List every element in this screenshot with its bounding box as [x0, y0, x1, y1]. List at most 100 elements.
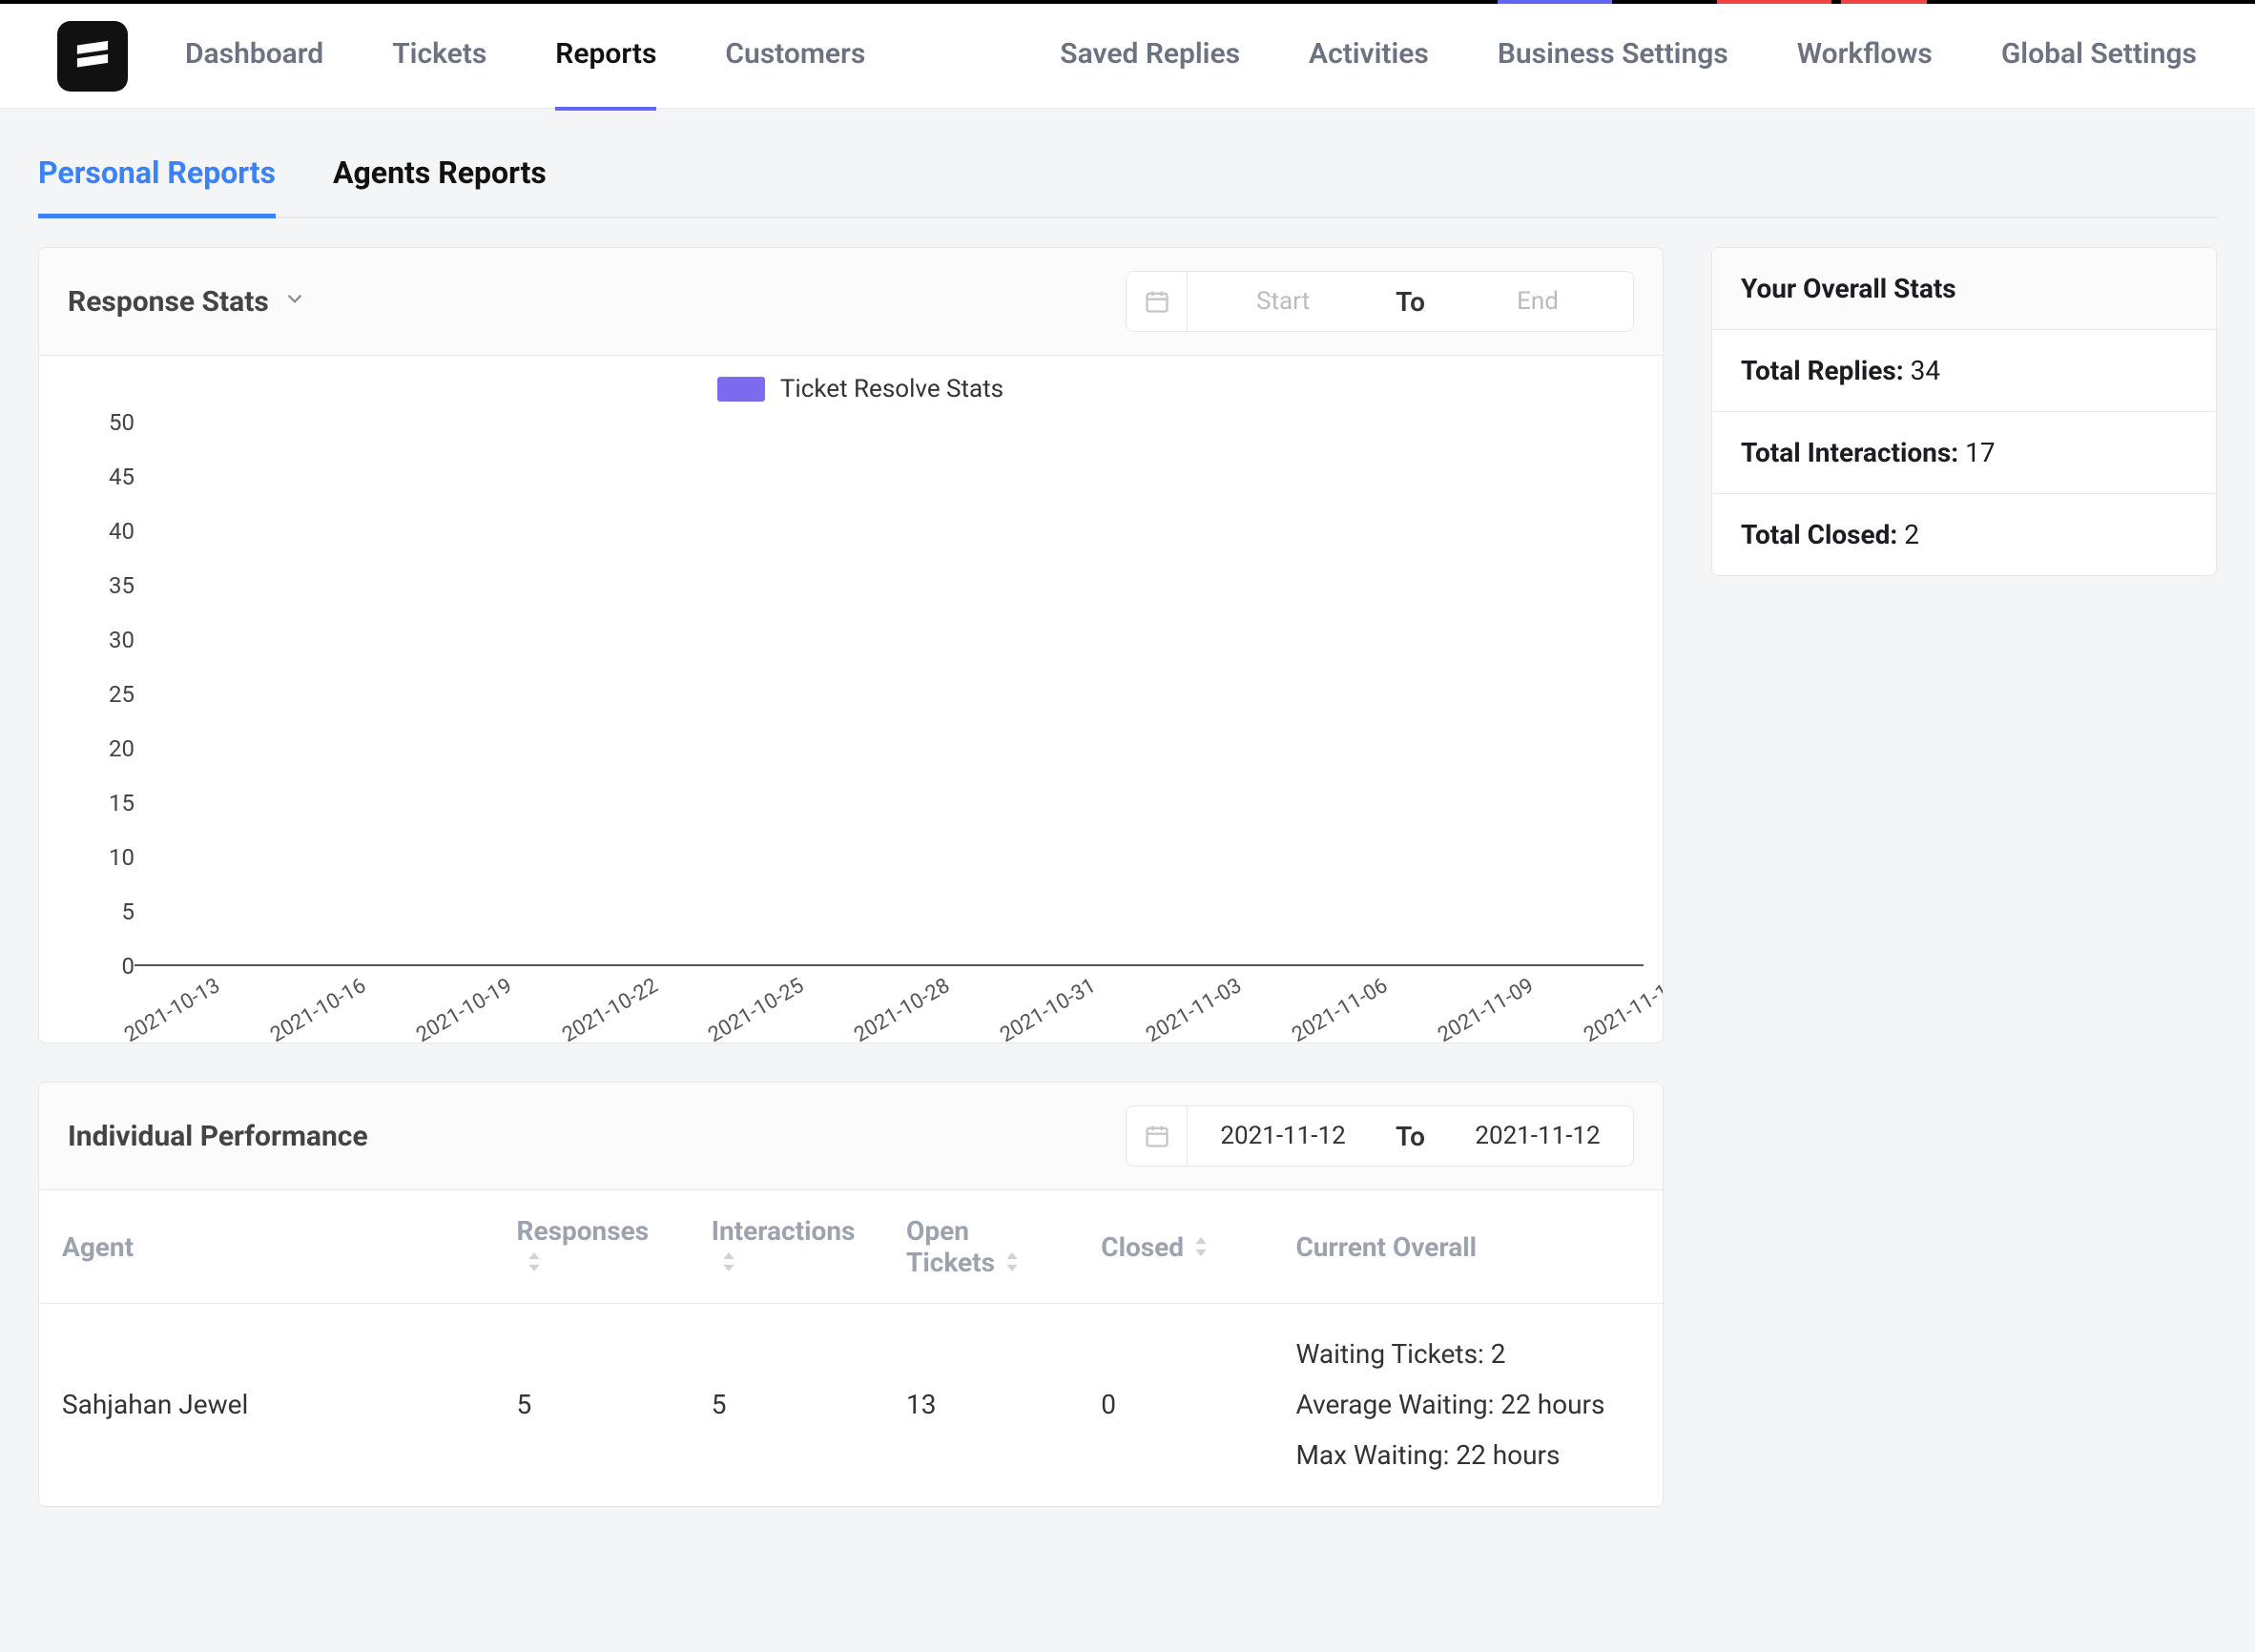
y-tick: 10	[109, 844, 134, 871]
x-tick	[1546, 966, 1595, 1023]
calendar-icon	[1127, 1106, 1188, 1166]
y-tick: 40	[109, 518, 134, 545]
nav-dashboard[interactable]: Dashboard	[185, 1, 323, 111]
report-subtabs: Personal Reports Agents Reports	[38, 137, 2217, 218]
nav-workflows[interactable]: Workflows	[1797, 1, 1933, 111]
cell-current-overall: Waiting Tickets: 2Average Waiting: 22 ho…	[1272, 1304, 1663, 1506]
x-tick	[524, 966, 572, 1023]
legend-label: Ticket Resolve Stats	[780, 375, 1003, 403]
chart-x-axis: 2021-10-13 2021-10-16 2021-10-19 2021-10-22…	[134, 966, 1644, 1023]
x-tick: 2021-10-22	[572, 966, 621, 1023]
chart-legend: Ticket Resolve Stats	[77, 375, 1644, 403]
response-stats-title: Response Stats	[68, 285, 269, 319]
nav-customers[interactable]: Customers	[725, 1, 865, 111]
x-tick	[1254, 966, 1303, 1023]
subtab-agents-reports[interactable]: Agents Reports	[333, 137, 547, 218]
stat-row: Total Interactions: 17	[1712, 412, 2216, 494]
x-tick: 2021-10-25	[718, 966, 767, 1023]
y-tick: 5	[122, 898, 135, 925]
x-tick	[670, 966, 718, 1023]
calendar-icon	[1127, 272, 1188, 331]
x-tick	[1108, 966, 1157, 1023]
x-tick: 2021-10-16	[280, 966, 329, 1023]
x-tick	[329, 966, 378, 1023]
y-tick: 0	[122, 953, 135, 980]
logo-icon	[71, 34, 114, 78]
performance-table: Agent Responses Interactions Open Ticket…	[39, 1190, 1663, 1506]
nav-activities[interactable]: Activities	[1309, 1, 1429, 111]
x-tick: 2021-11-03	[1157, 966, 1206, 1023]
date-start-input[interactable]: Start	[1188, 287, 1378, 316]
x-tick	[1206, 966, 1254, 1023]
x-tick: 2021-11-06	[1303, 966, 1352, 1023]
response-stats-title-toggle[interactable]: Response Stats	[68, 285, 307, 319]
cell-interactions: 5	[689, 1304, 883, 1506]
perf-date-start[interactable]: 2021-11-12	[1188, 1122, 1378, 1150]
sort-icon	[719, 1247, 738, 1278]
col-current-overall: Current Overall	[1272, 1190, 1663, 1304]
top-accent-strip	[0, 0, 2255, 4]
chart-plot-area: 2021-10-13 2021-10-16 2021-10-19 2021-10-22…	[134, 413, 1644, 1023]
y-tick: 30	[109, 627, 134, 653]
x-tick	[816, 966, 864, 1023]
nav-reports[interactable]: Reports	[555, 1, 656, 111]
col-responses[interactable]: Responses	[494, 1190, 689, 1304]
sort-icon	[1003, 1247, 1022, 1278]
x-tick	[962, 966, 1011, 1023]
stat-row: Total Closed: 2	[1712, 494, 2216, 575]
x-tick	[475, 966, 524, 1023]
x-tick: 2021-10-19	[426, 966, 475, 1023]
col-open-tickets[interactable]: Open Tickets	[883, 1190, 1078, 1304]
nav-saved-replies[interactable]: Saved Replies	[1060, 1, 1240, 111]
response-stats-card: Response Stats Start To End	[38, 247, 1664, 1043]
col-closed[interactable]: Closed	[1078, 1190, 1272, 1304]
cell-open-tickets: 13	[883, 1304, 1078, 1506]
x-tick	[378, 966, 426, 1023]
response-date-range[interactable]: Start To End	[1126, 271, 1634, 332]
individual-performance-card: Individual Performance 2021-11-12 To 202…	[38, 1082, 1664, 1507]
date-separator: To	[1378, 286, 1442, 318]
nav-tickets[interactable]: Tickets	[392, 1, 486, 111]
y-tick: 15	[109, 790, 134, 816]
perf-date-separator: To	[1378, 1121, 1442, 1152]
y-tick: 45	[109, 464, 134, 490]
nav-global-settings[interactable]: Global Settings	[2001, 1, 2197, 111]
overall-stats-title: Your Overall Stats	[1712, 248, 2216, 330]
performance-date-range[interactable]: 2021-11-12 To 2021-11-12	[1126, 1105, 1634, 1167]
legend-swatch	[717, 377, 765, 402]
cell-closed: 0	[1078, 1304, 1272, 1506]
y-tick: 25	[109, 681, 134, 708]
cell-responses: 5	[494, 1304, 689, 1506]
nav-business-settings[interactable]: Business Settings	[1498, 1, 1728, 111]
chart-y-axis: 05101520253035404550	[77, 413, 134, 1023]
x-tick	[621, 966, 670, 1023]
x-tick	[183, 966, 232, 1023]
x-tick	[767, 966, 816, 1023]
x-tick: 2021-11-12	[1595, 966, 1644, 1023]
table-row: Sahjahan Jewel55130Waiting Tickets: 2Ave…	[39, 1304, 1663, 1506]
main-navbar: Dashboard Tickets Reports Customers Save…	[0, 4, 2255, 109]
x-tick	[1498, 966, 1546, 1023]
subtab-personal-reports[interactable]: Personal Reports	[38, 137, 276, 218]
app-logo[interactable]	[57, 21, 128, 92]
date-end-input[interactable]: End	[1442, 287, 1633, 316]
x-tick	[914, 966, 962, 1023]
y-tick: 50	[109, 409, 134, 436]
y-tick: 35	[109, 572, 134, 599]
sort-icon	[525, 1247, 544, 1278]
x-tick: 2021-10-28	[864, 966, 913, 1023]
stat-row: Total Replies: 34	[1712, 330, 2216, 412]
cell-agent: Sahjahan Jewel	[39, 1304, 494, 1506]
perf-date-end[interactable]: 2021-11-12	[1442, 1122, 1633, 1150]
col-agent[interactable]: Agent	[39, 1190, 494, 1304]
nav-items: Dashboard Tickets Reports Customers Save…	[185, 1, 2198, 111]
bar-chart: 05101520253035404550 2021-10-132021-10-1…	[77, 413, 1644, 1023]
y-tick: 20	[109, 735, 134, 762]
chevron-down-icon	[282, 285, 307, 319]
x-tick: 2021-10-13	[134, 966, 183, 1023]
overall-stats-card: Your Overall Stats Total Replies: 34Tota…	[1711, 247, 2217, 576]
col-interactions[interactable]: Interactions	[689, 1190, 883, 1304]
x-tick	[232, 966, 280, 1023]
x-tick	[1060, 966, 1108, 1023]
x-tick	[1400, 966, 1449, 1023]
